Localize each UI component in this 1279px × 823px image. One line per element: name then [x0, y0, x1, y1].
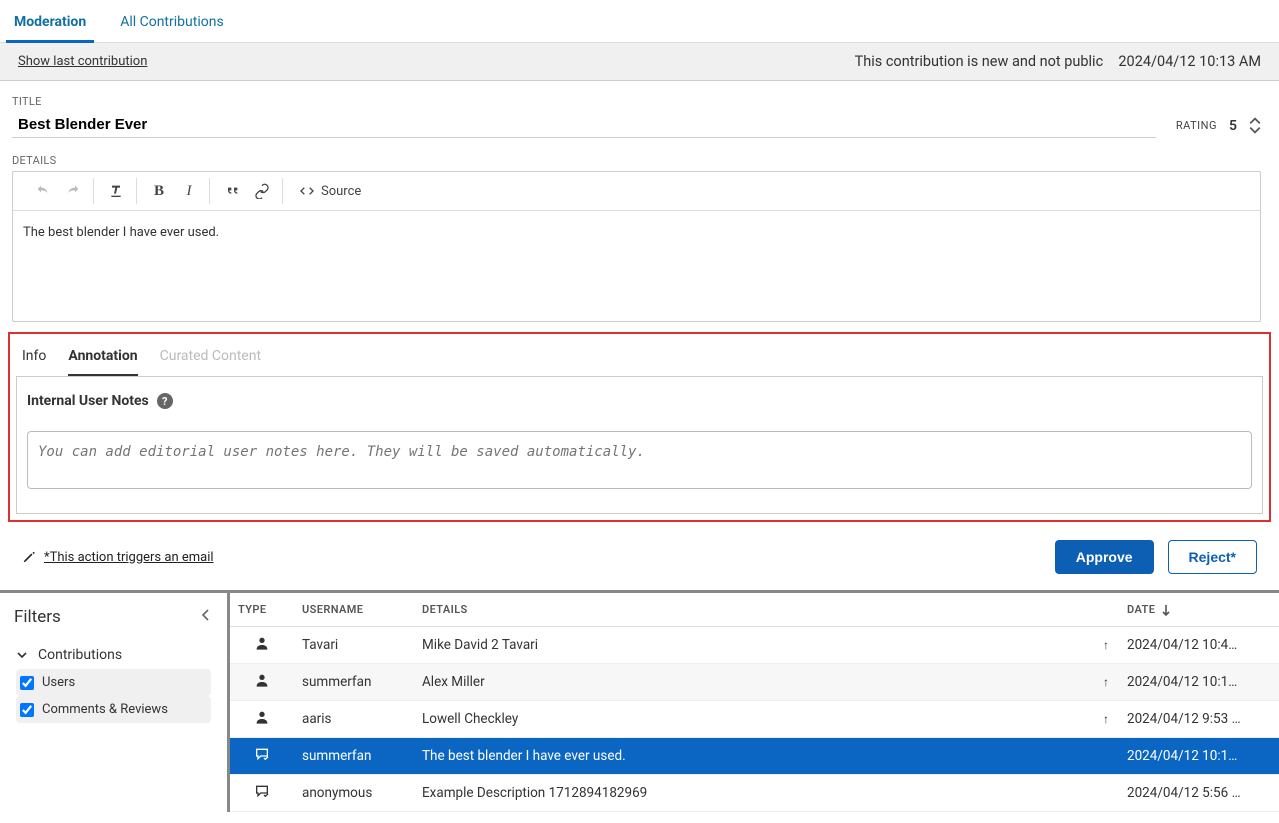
contribution-status-text: This contribution is new and not public — [855, 53, 1104, 70]
row-date: 2024/04/12 5:56 … — [1119, 775, 1279, 812]
table-row[interactable]: TavariMike David 2 Tavari ↑ 2024/04/12 10:… — [230, 627, 1279, 664]
show-last-contribution-link[interactable]: Show last contribution — [18, 54, 147, 69]
col-header-details[interactable]: DETAILS — [414, 593, 1093, 627]
chevron-down-icon — [16, 649, 28, 661]
contribution-timestamp: 2024/04/12 10:13 AM — [1118, 53, 1261, 70]
table-row[interactable]: aarisLowell Checkley ↑ 2024/04/12 9:53 … — [230, 701, 1279, 738]
sort-desc-icon — [1161, 604, 1171, 616]
filter-users-checkbox[interactable] — [20, 676, 34, 690]
row-arrow — [1093, 775, 1119, 812]
table-row[interactable]: summerfanAlex Miller ↑ 2024/04/12 10:1… — [230, 664, 1279, 701]
col-header-date[interactable]: DATE — [1119, 593, 1279, 627]
internal-notes-textarea[interactable] — [27, 431, 1252, 489]
arrow-up-icon: ↑ — [1103, 675, 1109, 689]
row-date: 2024/04/12 10:4… — [1119, 627, 1279, 664]
italic-icon[interactable]: I — [175, 178, 203, 204]
trigger-email-link[interactable]: *This action triggers an email — [22, 550, 214, 565]
code-icon — [299, 183, 315, 199]
row-details: Lowell Checkley — [414, 701, 1093, 738]
tab-info[interactable]: Info — [22, 344, 46, 376]
filter-comments-reviews[interactable]: Comments & Reviews — [16, 696, 211, 723]
row-type — [230, 775, 294, 812]
row-username: aaris — [294, 701, 414, 738]
clear-formatting-icon[interactable] — [102, 178, 130, 204]
row-date: 2024/04/12 10:1… — [1119, 738, 1279, 775]
filter-comments-label: Comments & Reviews — [42, 702, 168, 717]
source-button[interactable]: Source — [291, 178, 369, 204]
chevron-down-icon[interactable] — [1249, 126, 1261, 134]
tab-all-contributions[interactable]: All Contributions — [112, 8, 231, 42]
trigger-email-text: *This action triggers an email — [44, 550, 214, 565]
row-date: 2024/04/12 10:1… — [1119, 664, 1279, 701]
row-username: summerfan — [294, 664, 414, 701]
col-header-date-label: DATE — [1127, 603, 1155, 616]
row-username: summerfan — [294, 738, 414, 775]
table-row[interactable]: anonymousExample Description 17128941829… — [230, 775, 1279, 812]
bold-icon[interactable]: B — [145, 178, 173, 204]
tab-moderation[interactable]: Moderation — [6, 8, 94, 43]
row-type — [230, 701, 294, 738]
user-icon — [254, 639, 270, 655]
help-icon[interactable]: ? — [157, 393, 173, 409]
tab-curated-content: Curated Content — [160, 344, 261, 376]
collapse-filters-icon[interactable] — [199, 608, 211, 626]
row-details: Alex Miller — [414, 664, 1093, 701]
row-arrow: ↑ — [1093, 664, 1119, 701]
source-label: Source — [321, 184, 361, 199]
comment-icon — [254, 750, 270, 766]
comment-icon — [254, 787, 270, 803]
row-username: Tavari — [294, 627, 414, 664]
arrow-up-icon: ↑ — [1103, 712, 1109, 726]
row-details: The best blender I have ever used. — [414, 738, 1093, 775]
internal-notes-title: Internal User Notes — [27, 393, 149, 409]
approve-button[interactable]: Approve — [1055, 540, 1154, 574]
row-arrow — [1093, 738, 1119, 775]
link-icon[interactable] — [248, 178, 276, 204]
title-label: TITLE — [12, 95, 1156, 108]
col-header-username[interactable]: USERNAME — [294, 593, 414, 627]
row-details: Example Description 1712894182969 — [414, 775, 1093, 812]
pencil-icon — [22, 550, 36, 564]
reject-button[interactable]: Reject* — [1168, 540, 1257, 574]
user-icon — [254, 676, 270, 692]
rating-label: RATING — [1176, 119, 1217, 132]
col-header-type[interactable]: TYPE — [230, 593, 294, 627]
row-details: Mike David 2 Tavari — [414, 627, 1093, 664]
filter-section-contributions[interactable]: Contributions — [16, 647, 122, 663]
undo-icon[interactable] — [29, 178, 57, 204]
col-header-sort — [1093, 593, 1119, 627]
row-type — [230, 738, 294, 775]
row-type — [230, 664, 294, 701]
filters-title: Filters — [14, 607, 61, 627]
title-input[interactable] — [12, 112, 1156, 138]
user-icon — [254, 713, 270, 729]
row-username: anonymous — [294, 775, 414, 812]
filter-users-label: Users — [42, 675, 75, 690]
details-label: DETAILS — [12, 154, 1261, 167]
row-type — [230, 627, 294, 664]
rating-value: 5 — [1229, 118, 1237, 134]
filter-section-label: Contributions — [38, 647, 122, 663]
blockquote-icon[interactable] — [218, 178, 246, 204]
tab-annotation[interactable]: Annotation — [68, 344, 137, 376]
chevron-up-icon[interactable] — [1249, 117, 1261, 125]
filter-users[interactable]: Users — [16, 669, 211, 696]
arrow-up-icon: ↑ — [1103, 638, 1109, 652]
details-editor[interactable]: The best blender I have ever used. — [13, 211, 1260, 321]
redo-icon[interactable] — [59, 178, 87, 204]
table-row[interactable]: summerfanThe best blender I have ever us… — [230, 738, 1279, 775]
filter-comments-checkbox[interactable] — [20, 703, 34, 717]
row-date: 2024/04/12 9:53 … — [1119, 701, 1279, 738]
rating-stepper[interactable] — [1249, 117, 1261, 134]
row-arrow: ↑ — [1093, 627, 1119, 664]
row-arrow: ↑ — [1093, 701, 1119, 738]
